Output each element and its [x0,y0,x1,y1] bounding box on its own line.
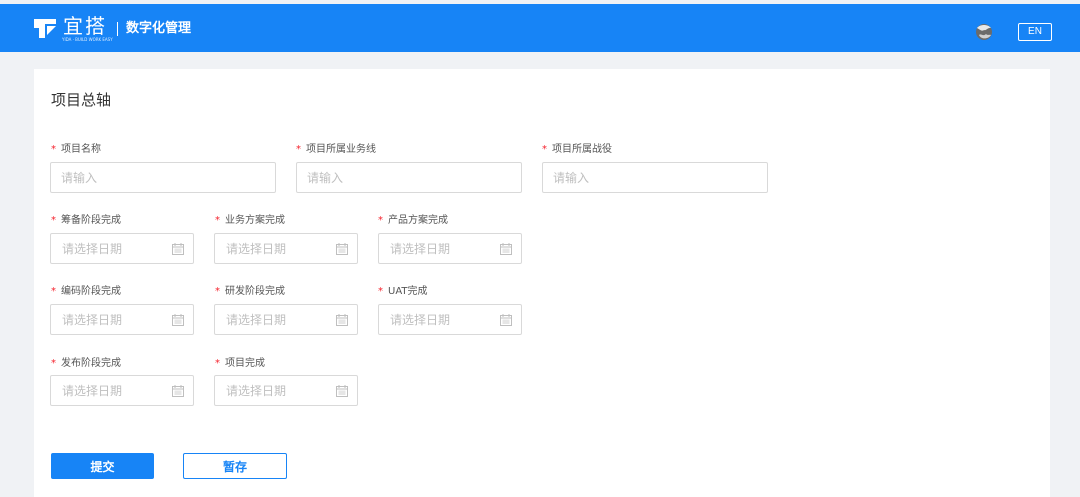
required-mark: * [378,215,383,226]
brand-name: 宜搭 [63,14,107,38]
date-placeholder: 请选择日期 [62,242,123,256]
required-mark: * [215,286,220,297]
coding-stage-label: * 编码阶段完成 [51,286,121,297]
project-name-label: * 项目名称 [51,144,101,155]
page-title: 项目总轴 [51,91,112,109]
dev-stage-label: * 研发阶段完成 [215,286,285,297]
product-plan-date-picker[interactable]: 请选择日期 [378,233,522,264]
required-mark: * [542,144,547,155]
required-mark: * [215,358,220,369]
prep-stage-label: * 筹备阶段完成 [51,215,121,226]
submit-button[interactable]: 提交 [51,453,154,479]
biz-plan-date-picker[interactable]: 请选择日期 [214,233,358,264]
calendar-icon [336,314,348,326]
project-name-input[interactable] [50,162,276,193]
business-line-input[interactable] [296,162,522,193]
dev-stage-date-picker[interactable]: 请选择日期 [214,304,358,335]
required-mark: * [296,144,301,155]
biz-plan-label: * 业务方案完成 [215,215,285,226]
brand-tagline: YIDA · BUILD WORK EASY [62,37,113,42]
required-mark: * [215,215,220,226]
campaign-label: * 项目所属战役 [542,144,612,155]
yida-logo-icon [34,19,56,38]
user-avatar[interactable] [974,23,994,41]
brand-divider [117,22,118,36]
language-toggle-button[interactable]: EN [1018,23,1052,41]
required-mark: * [378,286,383,297]
required-mark: * [51,286,56,297]
business-line-label: * 项目所属业务线 [296,144,376,155]
release-stage-label: * 发布阶段完成 [51,358,121,369]
date-placeholder: 请选择日期 [62,384,123,398]
date-placeholder: 请选择日期 [226,313,287,327]
date-placeholder: 请选择日期 [390,242,451,256]
calendar-icon [500,243,512,255]
release-stage-date-picker[interactable]: 请选择日期 [50,375,194,406]
app-name: 数字化管理 [126,21,192,36]
date-placeholder: 请选择日期 [62,313,123,327]
coding-stage-date-picker[interactable]: 请选择日期 [50,304,194,335]
top-bar: 宜搭 YIDA · BUILD WORK EASY 数字化管理 EN [0,4,1080,52]
prep-stage-date-picker[interactable]: 请选择日期 [50,233,194,264]
date-placeholder: 请选择日期 [390,313,451,327]
uat-date-picker[interactable]: 请选择日期 [378,304,522,335]
calendar-icon [172,385,184,397]
campaign-input[interactable] [542,162,768,193]
calendar-icon [336,385,348,397]
calendar-icon [172,243,184,255]
calendar-icon [172,314,184,326]
save-draft-button[interactable]: 暂存 [183,453,287,479]
calendar-icon [336,243,348,255]
project-done-date-picker[interactable]: 请选择日期 [214,375,358,406]
calendar-icon [500,314,512,326]
required-mark: * [51,215,56,226]
uat-label: * UAT完成 [378,286,428,297]
required-mark: * [51,358,56,369]
form-card: 项目总轴 *项目名称 *项目所属业务线 *项目所属战役 *筹备阶段完成 请选择日… [34,69,1050,497]
date-placeholder: 请选择日期 [226,242,287,256]
date-placeholder: 请选择日期 [226,384,287,398]
required-mark: * [51,144,56,155]
project-done-label: * 项目完成 [215,358,265,369]
product-plan-label: * 产品方案完成 [378,215,448,226]
